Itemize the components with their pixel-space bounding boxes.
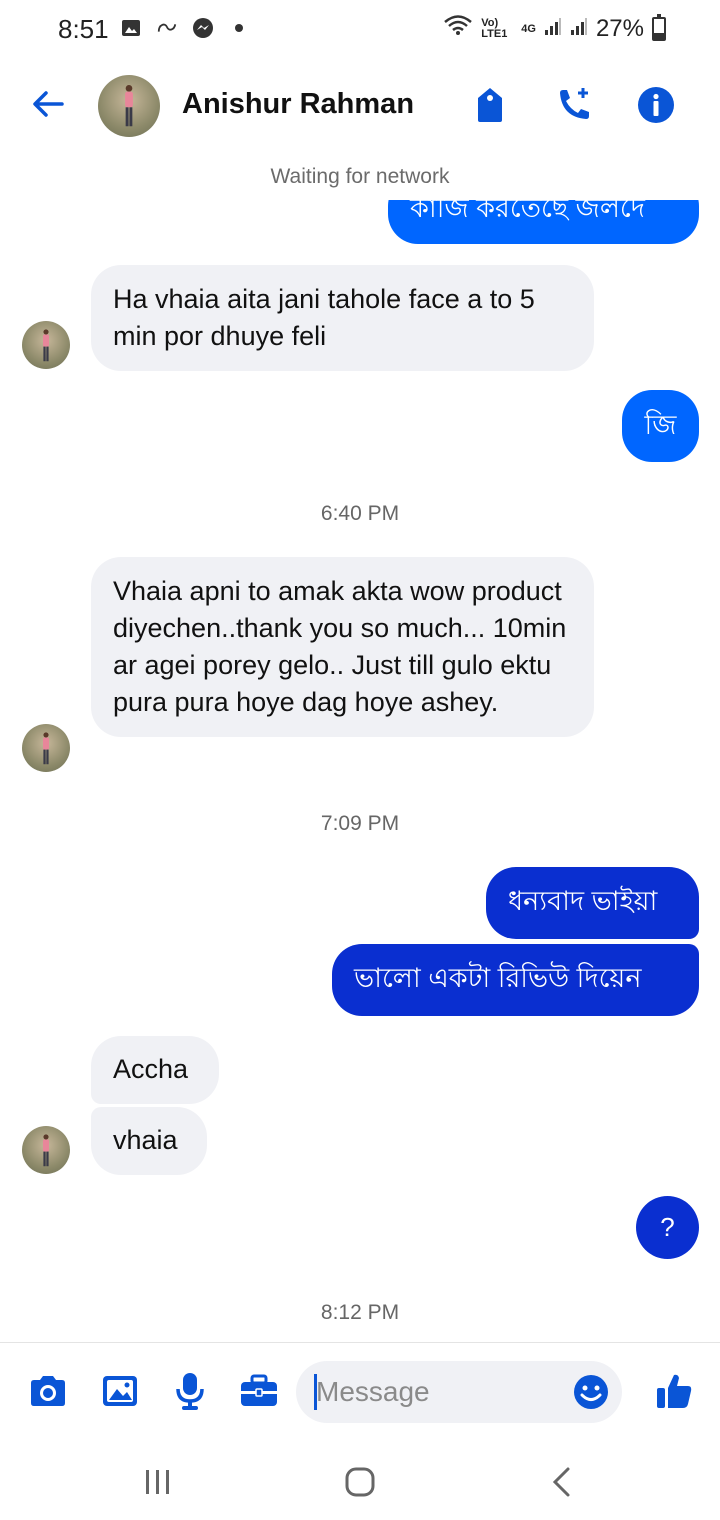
message-outgoing[interactable]: ভালো একটা রিভিউ দিয়েন	[332, 944, 699, 1016]
network-status: Waiting for network	[270, 165, 450, 188]
message-outgoing[interactable]: জি	[622, 390, 699, 462]
back-chevron-icon	[552, 1467, 570, 1497]
microphone-icon	[176, 1373, 204, 1410]
contact-name[interactable]: Anishur Rahman	[182, 88, 414, 121]
timestamp: 6:40 PM	[320, 502, 400, 525]
battery-percent: 27%	[595, 14, 644, 42]
signal-icon-1	[544, 15, 562, 43]
notification-icons	[120, 17, 250, 39]
recent-apps-button[interactable]	[138, 1462, 178, 1502]
gallery-notification-icon	[120, 17, 142, 39]
home-icon	[345, 1467, 375, 1497]
message-incoming[interactable]: Vhaia apni to amak akta wow product diye…	[91, 557, 594, 737]
message-clip: কাজি করতেছে জলদে	[388, 200, 699, 244]
info-icon	[638, 87, 674, 123]
tools-button[interactable]	[239, 1371, 279, 1411]
emoji-icon[interactable]	[572, 1373, 610, 1411]
conversation-header: Anishur Rahman	[0, 60, 720, 152]
message-composer	[0, 1342, 720, 1439]
contact-avatar[interactable]	[98, 75, 160, 137]
message-incoming[interactable]: Ha vhaia aita jani tahole face a to 5 mi…	[91, 265, 594, 371]
add-call-button[interactable]	[554, 84, 594, 126]
dot-indicator-icon	[228, 17, 250, 39]
network-type: 4G	[521, 22, 536, 35]
signal-icon-2	[570, 15, 588, 43]
volte-label: Vo) LTE1	[481, 16, 508, 40]
status-bar: 8:51 Vo) LTE1 4G 27%	[0, 0, 720, 60]
system-navigation-bar	[0, 1440, 720, 1520]
image-icon	[103, 1376, 137, 1406]
message-outgoing[interactable]: কাজি করতেছে জলদে	[388, 200, 699, 244]
contact-avatar-small	[22, 724, 70, 772]
message-input[interactable]	[314, 1371, 558, 1413]
tag-button[interactable]	[470, 84, 510, 126]
home-button[interactable]	[340, 1462, 380, 1502]
timestamp: 7:09 PM	[320, 812, 400, 835]
like-button[interactable]	[654, 1371, 694, 1411]
status-time: 8:51	[58, 14, 109, 44]
thumbs-up-icon	[657, 1374, 692, 1408]
tag-icon	[478, 88, 502, 122]
link-notification-icon	[156, 17, 178, 39]
info-button[interactable]	[636, 84, 676, 126]
message-incoming[interactable]: Accha	[91, 1036, 219, 1104]
messenger-notification-icon	[192, 17, 214, 39]
message-outgoing[interactable]: ধন্যবাদ ভাইয়া	[486, 867, 699, 939]
briefcase-icon	[241, 1374, 277, 1406]
wifi-icon	[443, 14, 473, 43]
message-input-wrapper[interactable]	[296, 1361, 622, 1423]
battery-icon	[652, 13, 666, 41]
contact-avatar-small	[22, 1126, 70, 1174]
voice-button[interactable]	[170, 1371, 210, 1411]
person-figure-icon	[125, 85, 133, 127]
message-outgoing[interactable]: ?	[636, 1196, 699, 1259]
status-right: Vo) LTE1 4G 27%	[443, 13, 666, 43]
back-arrow-icon[interactable]	[28, 84, 68, 124]
message-incoming[interactable]: vhaia	[91, 1107, 207, 1175]
camera-button[interactable]	[28, 1371, 68, 1411]
recent-apps-icon	[146, 1470, 169, 1494]
timestamp: 8:12 PM	[320, 1301, 400, 1324]
phone-plus-icon	[560, 88, 589, 119]
back-button[interactable]	[542, 1462, 582, 1502]
camera-icon	[31, 1376, 65, 1406]
gallery-button[interactable]	[100, 1371, 140, 1411]
contact-avatar-small	[22, 321, 70, 369]
